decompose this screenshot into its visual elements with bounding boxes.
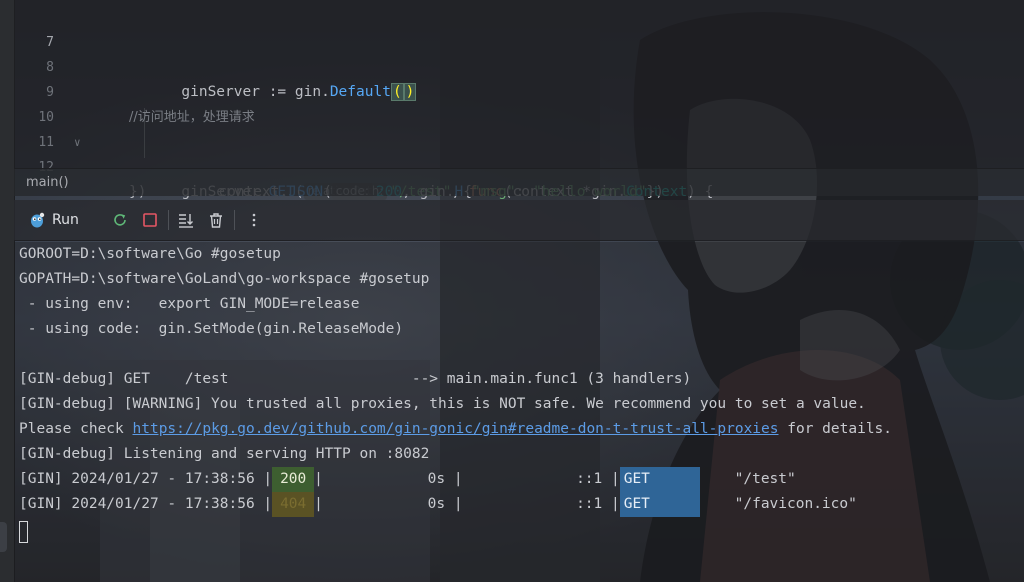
code-line-8[interactable]: 8	[14, 30, 1024, 75]
console-text: Please check	[19, 421, 133, 437]
code-line-9[interactable]: 9 //访问地址，处理请求	[14, 55, 1024, 125]
console-line: [GIN-debug] [WARNING] You trusted all pr…	[19, 396, 866, 412]
method-badge: GET	[619, 467, 700, 492]
method-badge: GET	[619, 492, 700, 517]
request-timestamp: [GIN] 2024/01/27 - 17:38:56 |	[19, 471, 273, 487]
console-line: [GIN-debug] Listening and serving HTTP o…	[19, 446, 430, 462]
status-badge: 404	[272, 492, 315, 517]
code-line-10[interactable]: 10 ∨ ginServer.GET(relativePath:"/test",…	[14, 80, 1024, 200]
console-line: GOPATH=D:\software\GoLand\go-workspace #…	[19, 271, 430, 287]
request-details: | 0s | ::1 |	[314, 496, 620, 512]
toolbar-separator	[168, 210, 169, 230]
code-line-13[interactable]: 13	[14, 155, 1024, 168]
console-line: - using code: gin.SetMode(gin.ReleaseMod…	[19, 321, 404, 337]
gopher-icon	[31, 212, 45, 228]
console-line-please-check: Please check https://pkg.go.dev/github.c…	[19, 417, 892, 442]
request-timestamp: [GIN] 2024/01/27 - 17:38:56 |	[19, 496, 273, 512]
code-editor[interactable]: 7 ginServer := gin.Default() 8 9 //访问地址，…	[14, 0, 1024, 200]
console-input-cursor[interactable]	[19, 521, 28, 543]
request-log-row: [GIN] 2024/01/27 - 17:38:56 | 404 | 0s | :…	[19, 492, 857, 517]
tab-run[interactable]: Run	[28, 208, 79, 232]
run-toolbar: Run	[14, 200, 1024, 241]
clear-icon[interactable]	[206, 210, 226, 230]
more-icon[interactable]	[244, 210, 264, 230]
code-line-12[interactable]: 12 })	[14, 130, 1024, 200]
rerun-icon[interactable]	[110, 210, 130, 230]
code-line-11[interactable]: 11 context.JSON(code:200, gin.H{"msg": "…	[14, 105, 1024, 200]
run-tab-label: Run	[52, 212, 79, 228]
scroll-to-end-icon[interactable]	[176, 210, 196, 230]
stop-icon[interactable]	[140, 210, 160, 230]
proxies-docs-link[interactable]: https://pkg.go.dev/github.com/gin-gonic/…	[133, 421, 779, 437]
panel-resize-handle[interactable]	[0, 522, 7, 552]
left-tool-strip	[0, 0, 15, 582]
breadcrumb[interactable]: main()	[14, 168, 1024, 196]
request-path: "/test"	[699, 471, 796, 487]
code-line-7[interactable]: 7 ginServer := gin.Default()	[14, 5, 1024, 101]
console-line: [GIN-debug] GET /test --> main.main.func…	[19, 371, 692, 387]
request-details: | 0s | ::1 |	[314, 471, 620, 487]
console-line: GOROOT=D:\software\Go #gosetup	[19, 246, 281, 262]
toolbar-separator	[234, 210, 235, 230]
request-log-row: [GIN] 2024/01/27 - 17:38:56 | 200 | 0s | :…	[19, 467, 796, 492]
console-line: - using env: export GIN_MODE=release	[19, 296, 360, 312]
run-console[interactable]: GOROOT=D:\software\Go #gosetup GOPATH=D:…	[14, 242, 1024, 582]
request-path: "/favicon.ico"	[699, 496, 857, 512]
console-text: for details.	[778, 421, 893, 437]
status-badge: 200	[272, 467, 315, 492]
